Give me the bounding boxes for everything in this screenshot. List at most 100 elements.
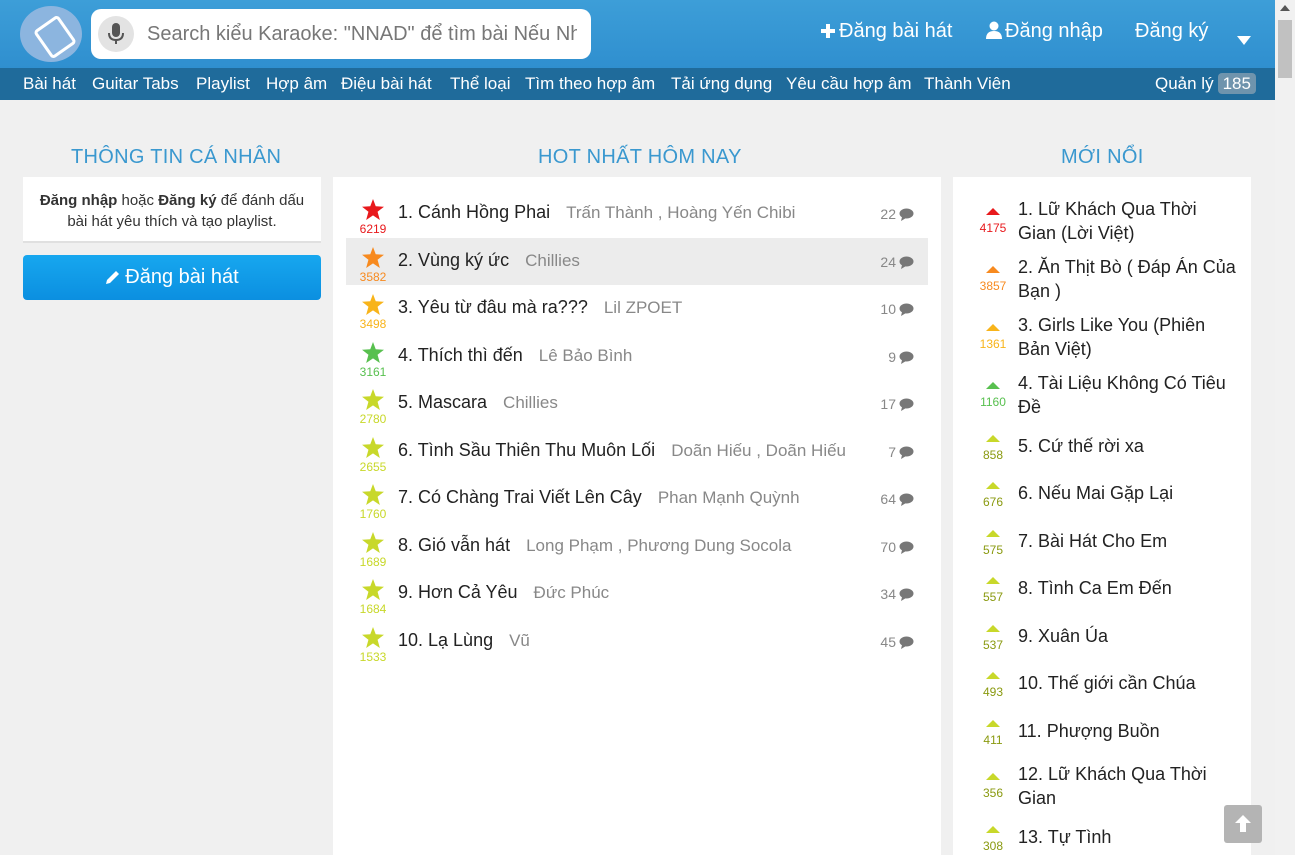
nav-item-search-by-chord[interactable]: Tìm theo hợp âm [525, 74, 655, 94]
song-title-link[interactable]: 9. Hơn Cả Yêu Đức Phúc [398, 582, 609, 603]
star-icon [362, 626, 384, 648]
comment-count-value: 9 [888, 348, 896, 365]
search-input[interactable] [147, 21, 577, 47]
nav-item-songs[interactable]: Bài hát [23, 74, 76, 94]
song-artist[interactable]: Doãn Hiếu , Doãn Hiếu [671, 441, 846, 460]
comment-count-value: 10 [880, 301, 896, 317]
comment-count: 64 [880, 491, 914, 507]
nav-item-manage[interactable]: Quản lý 185 [1155, 73, 1256, 94]
comment-count: 17 [880, 396, 914, 412]
login-link[interactable]: Đăng nhập [986, 20, 1103, 43]
trend-up-icon [986, 720, 1000, 727]
nav-item-rhythm[interactable]: Điệu bài hát [341, 74, 432, 94]
trend-up-icon [986, 672, 1000, 679]
song-title-link[interactable]: 3. Yêu từ đâu mà ra??? Lil ZPOET [398, 297, 682, 318]
guitar-logo-icon[interactable] [20, 6, 82, 62]
trending-song-title[interactable]: 12. Lữ Khách Qua Thời Gian [1018, 762, 1236, 810]
comment-count: 10 [880, 301, 914, 317]
nav-item-chords[interactable]: Hợp âm [266, 74, 327, 94]
song-score: 2655 [359, 459, 387, 474]
trending-song-title[interactable]: 2. Ăn Thịt Bò ( Đáp Án Của Bạn ) [1018, 255, 1236, 303]
comment-icon [899, 208, 914, 221]
hot-song-row[interactable]: 1760 7. Có Chàng Trai Viết Lên Cây Phan Mạ… [346, 475, 928, 522]
song-artist[interactable]: Vũ [509, 631, 530, 650]
login-prompt-link[interactable]: Đăng nhập [40, 192, 118, 209]
trend-score: 411 [983, 733, 1003, 747]
scroll-thumb[interactable] [1278, 20, 1292, 78]
top-header: Đăng bài hát Đăng nhập Đăng ký [0, 0, 1275, 68]
hot-song-row[interactable]: 6219 1. Cánh Hồng Phai Trấn Thành , Hoàng … [346, 190, 928, 237]
scroll-up-icon[interactable] [1280, 5, 1290, 11]
register-link[interactable]: Đăng ký [1135, 20, 1208, 43]
caret-down-icon[interactable] [1237, 26, 1254, 49]
song-title-link[interactable]: 7. Có Chàng Trai Viết Lên Cây Phan Mạnh Q… [398, 487, 800, 508]
user-icon [986, 21, 1002, 39]
song-title: 2. Vùng ký ức [398, 249, 510, 270]
song-artist[interactable]: Long Phạm , Phương Dung Socola [526, 536, 791, 555]
comment-count: 22 [880, 206, 914, 222]
page-scrollbar[interactable] [1275, 0, 1295, 855]
hot-song-row[interactable]: 2780 5. Mascara Chillies 17 [346, 380, 928, 427]
trend-score: 493 [982, 685, 1004, 699]
nav-item-chord-request[interactable]: Yêu cầu hợp âm [786, 74, 912, 94]
song-artist[interactable]: Chillies [503, 393, 558, 412]
nav-item-playlist[interactable]: Playlist [196, 74, 250, 94]
trending-song-title[interactable]: 8. Tình Ca Em Đến [1018, 576, 1236, 600]
song-title-link[interactable]: 5. Mascara Chillies [398, 392, 558, 413]
register-prompt-link[interactable]: Đăng ký [158, 192, 216, 209]
hot-song-row[interactable]: 1533 10. Lạ Lùng Vũ 45 [346, 618, 928, 665]
song-title-link[interactable]: 8. Gió vẫn hát Long Phạm , Phương Dung So… [398, 535, 792, 556]
hot-song-row[interactable]: 3582 2. Vùng ký ức Chillies 24 [346, 237, 928, 285]
hot-song-row[interactable]: 3161 4. Thích thì đến Lê Bảo Bình 9 [346, 333, 928, 380]
trending-song-title[interactable]: 11. Phượng Buồn [1018, 719, 1236, 743]
trending-song-title[interactable]: 4. Tài Liệu Không Có Tiêu Đề [1018, 371, 1236, 419]
post-song-button[interactable]: Đăng bài hát [23, 255, 321, 300]
trending-song-title[interactable]: 9. Xuân Úa [1018, 624, 1236, 648]
song-title-link[interactable]: 1. Cánh Hồng Phai Trấn Thành , Hoàng Yến … [398, 202, 795, 223]
trending-song-title[interactable]: 10. Thế giới cần Chúa [1018, 671, 1236, 695]
nav-item-members[interactable]: Thành Viên [924, 74, 1011, 94]
star-icon [362, 199, 384, 220]
comment-count: 34 [880, 586, 914, 602]
trending-song-title[interactable]: 6. Nếu Mai Gặp Lại [1018, 481, 1236, 505]
hot-song-row[interactable]: 3498 3. Yêu từ đâu mà ra??? Lil ZPOET 10 [346, 285, 928, 332]
back-to-top-button[interactable] [1224, 805, 1262, 843]
hot-song-row[interactable]: 1684 9. Hơn Cả Yêu Đức Phúc 34 [346, 570, 928, 617]
comment-count-value: 64 [880, 491, 896, 507]
microphone-icon[interactable] [98, 16, 134, 52]
trend-score: 308 [982, 839, 1004, 853]
song-title-link[interactable]: 2. Vùng ký ức Chillies [398, 250, 580, 271]
song-artist[interactable]: Lê Bảo Bình [539, 346, 633, 365]
trending-song-title[interactable]: 13. Tự Tình [1018, 825, 1236, 849]
song-artist[interactable]: Chillies [525, 251, 580, 270]
nav-item-genres[interactable]: Thể loại [450, 74, 510, 94]
song-title: 3. Yêu từ đâu mà ra??? [398, 297, 588, 317]
song-title: 7. Có Chàng Trai Viết Lên Cây [398, 487, 642, 507]
trending-song-title[interactable]: 3. Girls Like You (Phiên Bản Việt) [1018, 313, 1236, 361]
song-artist[interactable]: Trấn Thành , Hoàng Yến Chibi [566, 203, 795, 222]
hot-song-row[interactable]: 2655 6. Tình Sầu Thiên Thu Muôn Lối Doãn H… [346, 428, 928, 475]
nav-item-download-app[interactable]: Tải ứng dụng [671, 74, 772, 94]
song-title-link[interactable]: 4. Thích thì đến Lê Bảo Bình [398, 345, 632, 366]
comment-count: 24 [880, 254, 914, 270]
song-artist[interactable]: Phan Mạnh Quỳnh [658, 488, 800, 507]
post-song-link[interactable]: Đăng bài hát [820, 20, 952, 43]
song-title-link[interactable]: 6. Tình Sầu Thiên Thu Muôn Lối Doãn Hiếu … [398, 440, 846, 461]
song-artist[interactable]: Đức Phúc [534, 583, 610, 602]
trending-song-title[interactable]: 5. Cứ thế rời xa [1018, 434, 1236, 458]
song-title-link[interactable]: 10. Lạ Lùng Vũ [398, 630, 530, 651]
song-artist[interactable]: Lil ZPOET [604, 298, 682, 317]
nav-item-guitar-tabs[interactable]: Guitar Tabs [92, 74, 179, 94]
hot-song-row[interactable]: 1689 8. Gió vẫn hát Long Phạm , Phương Dun… [346, 523, 928, 570]
main-nav: Bài hát Guitar Tabs Playlist Hợp âm Điệu… [0, 68, 1275, 100]
trending-title: MỚI NỔI [1061, 146, 1144, 168]
comment-count: 45 [880, 634, 914, 650]
trending-song-title[interactable]: 7. Bài Hát Cho Em [1018, 529, 1236, 553]
comment-count: 7 [888, 444, 914, 460]
song-score: 2780 [359, 412, 387, 426]
song-score: 3582 [359, 269, 387, 284]
comment-count-value: 22 [880, 206, 896, 222]
trending-song-title[interactable]: 1. Lữ Khách Qua Thời Gian (Lời Việt) [1018, 197, 1236, 245]
comment-count: 70 [880, 539, 914, 555]
trend-up-icon [986, 266, 1000, 273]
